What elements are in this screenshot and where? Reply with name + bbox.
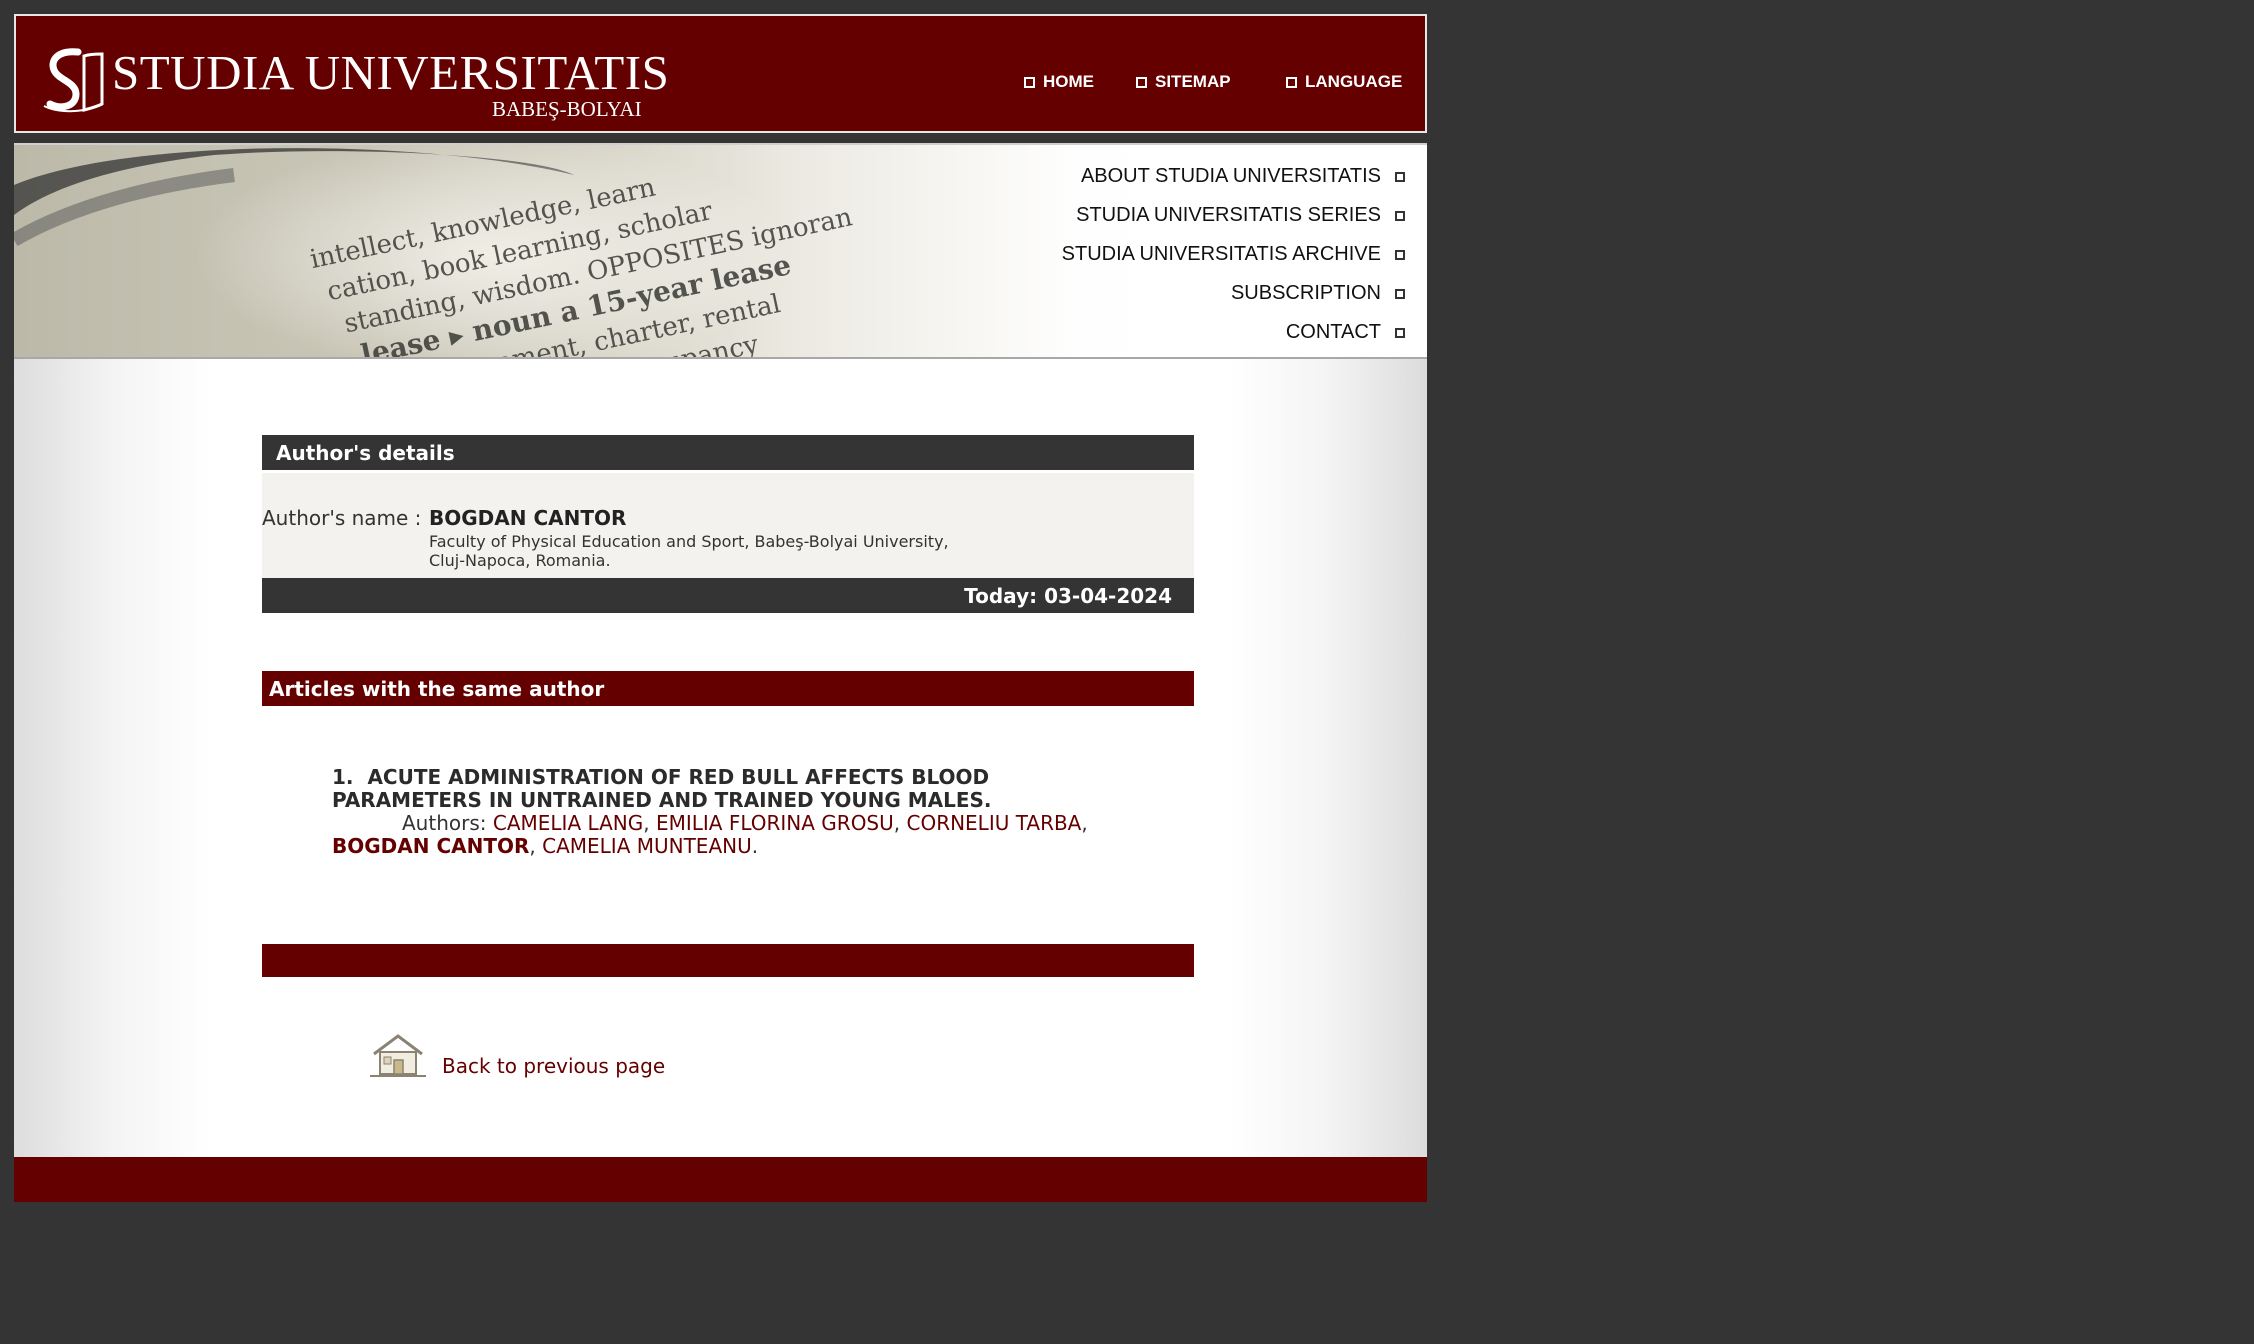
menu-subscription-label: SUBSCRIPTION <box>1230 282 1381 304</box>
square-bullet-icon <box>1024 76 1035 88</box>
author-details-heading-text: Author's details <box>276 440 455 465</box>
logo-s-icon <box>43 48 104 113</box>
menu-archive[interactable]: STUDIA UNIVERSITATIS ARCHIVE <box>1062 243 1405 266</box>
menu-contact[interactable]: CONTACT <box>1286 321 1405 344</box>
authors-label: Authors: <box>402 811 487 835</box>
house-icon <box>370 1034 426 1077</box>
header: STUDIA UNIVERSITATIS BABEŞ-BOLYAI HOME S… <box>14 14 1427 133</box>
square-bullet-icon <box>1395 171 1405 182</box>
back-to-previous-link[interactable]: Back to previous page <box>370 1032 665 1078</box>
author-link[interactable]: CAMELIA MUNTEANU <box>542 834 752 858</box>
author-affiliation-line2: Cluj-Napoca, Romania. <box>429 551 611 570</box>
nav-home-label: HOME <box>1043 72 1094 91</box>
author-affiliation-line1: Faculty of Physical Education and Sport,… <box>429 532 949 551</box>
nav-language-label: LANGUAGE <box>1305 72 1403 91</box>
article-number: 1. <box>332 765 354 789</box>
author-link-current[interactable]: BOGDAN CANTOR <box>332 834 529 858</box>
dictionary-photo: intellect, knowledge, learn cation, book… <box>14 145 1194 357</box>
nav-sitemap-label: SITEMAP <box>1155 72 1231 91</box>
nav-sitemap[interactable]: SITEMAP <box>1136 72 1231 92</box>
nav-language[interactable]: LANGUAGE <box>1286 72 1402 92</box>
header-separator <box>14 133 1427 145</box>
author-link[interactable]: CAMELIA LANG <box>493 811 643 835</box>
back-link-text: Back to previous page <box>442 1054 666 1078</box>
today-bar: Today: 03-04-2024 <box>262 578 1194 613</box>
list-item: 1. ACUTE ADMINISTRATION OF RED BULL AFFE… <box>332 766 1132 858</box>
logo-title: STUDIA UNIVERSITATIS <box>112 45 670 100</box>
square-bullet-icon <box>1136 76 1147 88</box>
articles-heading-text: Articles with the same author <box>269 676 605 701</box>
square-bullet-icon <box>1395 327 1405 338</box>
menu-archive-label: STUDIA UNIVERSITATIS ARCHIVE <box>1061 243 1381 265</box>
author-name: BOGDAN CANTOR <box>429 506 627 530</box>
logo-subtitle: BABEŞ-BOLYAI <box>492 97 642 121</box>
author-link[interactable]: EMILIA FLORINA GROSU <box>656 811 894 835</box>
articles-footer-bar <box>262 944 1194 977</box>
menu-about-label: ABOUT STUDIA UNIVERSITATIS <box>1080 165 1381 187</box>
author-details-box: Author's name : BOGDAN CANTOR Faculty of… <box>262 473 1194 581</box>
square-bullet-icon <box>1395 249 1405 260</box>
square-bullet-icon <box>1395 288 1405 299</box>
menu-series[interactable]: STUDIA UNIVERSITATIS SERIES <box>1076 204 1405 227</box>
article-title[interactable]: 1. ACUTE ADMINISTRATION OF RED BULL AFFE… <box>332 766 1132 812</box>
article-title-line1: ACUTE ADMINISTRATION OF RED BULL AFFECTS… <box>367 765 990 789</box>
footer-bar <box>14 1157 1427 1202</box>
author-name-label: Author's name : <box>262 506 422 530</box>
author-link[interactable]: CORNELIU TARBA <box>906 811 1081 835</box>
articles-heading: Articles with the same author <box>262 671 1194 706</box>
square-bullet-icon <box>1286 76 1297 88</box>
menu-contact-label: CONTACT <box>1285 321 1381 343</box>
square-bullet-icon <box>1395 210 1405 221</box>
nav-home[interactable]: HOME <box>1024 72 1094 92</box>
menu-series-label: STUDIA UNIVERSITATIS SERIES <box>1076 204 1381 226</box>
menu-about[interactable]: ABOUT STUDIA UNIVERSITATIS <box>1081 165 1405 188</box>
author-details-heading: Author's details <box>262 435 1194 470</box>
today-date: Today: 03-04-2024 <box>964 583 1172 608</box>
menu-subscription[interactable]: SUBSCRIPTION <box>1231 282 1405 305</box>
banner: intellect, knowledge, learn cation, book… <box>14 145 1427 359</box>
page: STUDIA UNIVERSITATIS BABEŞ-BOLYAI HOME S… <box>14 14 1427 1202</box>
article-title-line2: PARAMETERS IN UNTRAINED AND TRAINED YOUN… <box>332 788 992 812</box>
article-authors: Authors: CAMELIA LANG, EMILIA FLORINA GR… <box>332 811 1088 858</box>
